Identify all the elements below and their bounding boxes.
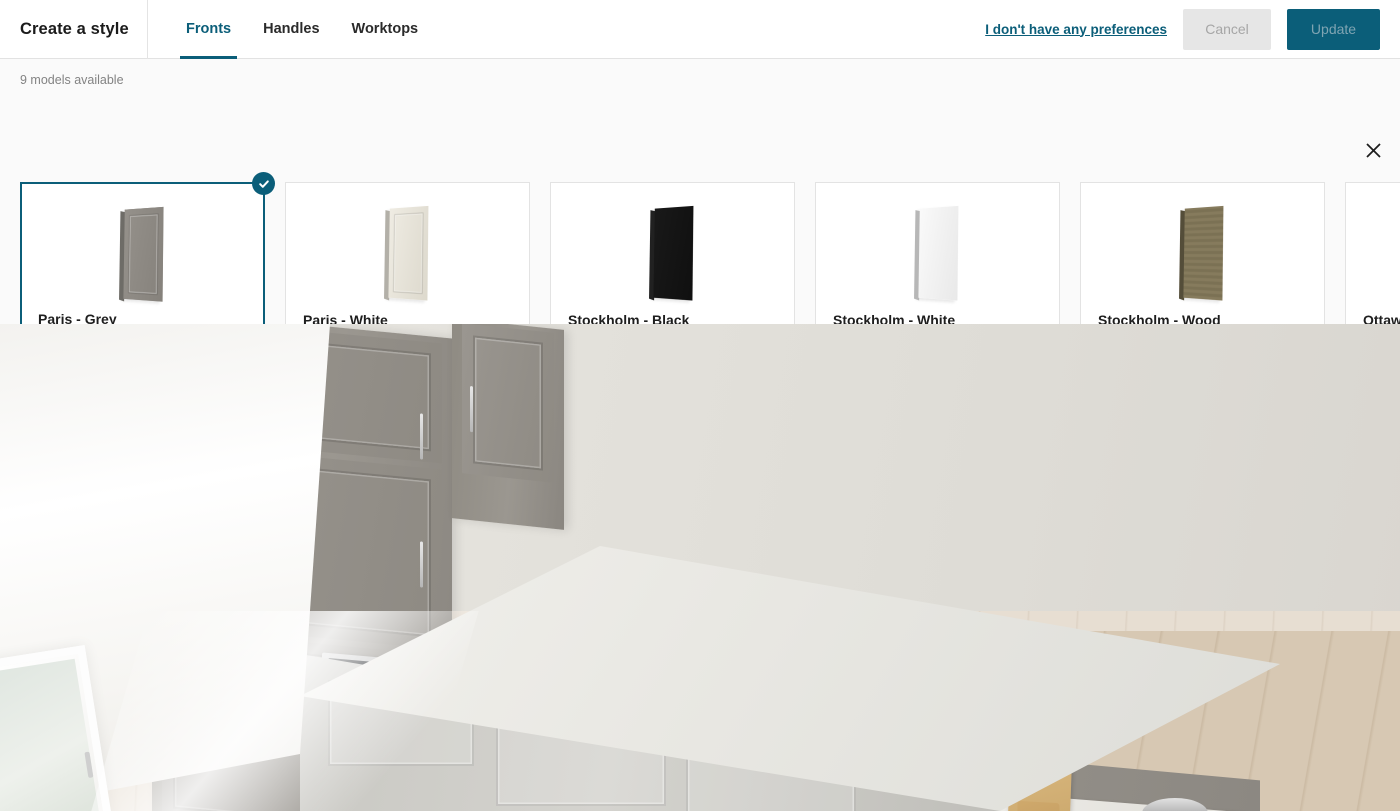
page-title: Create a style: [20, 19, 129, 38]
door-thumb-stockholm-black: [648, 205, 694, 301]
door-thumb-stockholm-wood: [1178, 205, 1224, 301]
model-thumbnail: [286, 197, 529, 309]
create-style-app: Create a style Fronts Handles Worktops I…: [0, 0, 1400, 811]
model-thumbnail: [1081, 197, 1324, 309]
tab-handles[interactable]: Handles: [247, 0, 335, 59]
kitchen-3d-viewport[interactable]: + + +: [0, 324, 1400, 811]
model-card-label: Ottawa - Grey: [1363, 312, 1400, 324]
tab-bar: Fronts Handles Worktops: [170, 0, 434, 59]
model-card-stockholm-black[interactable]: Stockholm - Black: [550, 182, 795, 324]
model-thumbnail: [22, 198, 263, 310]
wall-cabinet-upper-right: [452, 324, 564, 530]
model-card-label: Stockholm - White: [833, 312, 956, 324]
selected-badge: [252, 172, 275, 195]
model-thumbnail: [816, 197, 1059, 309]
model-thumbnail: [551, 197, 794, 309]
window-handle: [84, 751, 94, 779]
model-card-paris-white[interactable]: Paris - White: [285, 182, 530, 324]
model-thumbnail: [1346, 197, 1400, 309]
tab-worktops[interactable]: Worktops: [336, 0, 435, 59]
model-card-label: Paris - Grey: [38, 311, 117, 324]
kitchen-scene: + + +: [0, 324, 1400, 811]
tab-fronts[interactable]: Fronts: [170, 0, 247, 59]
model-card-label: Stockholm - Black: [568, 312, 690, 324]
door-thumb-paris-grey: [118, 206, 164, 302]
model-card-ottawa[interactable]: Ottawa - Grey: [1345, 182, 1400, 324]
update-button[interactable]: Update: [1287, 8, 1380, 50]
chopping-board-small: [1017, 800, 1061, 811]
model-card-list: Paris - Grey Paris - White Stockholm - B…: [20, 172, 1400, 324]
no-preferences-link[interactable]: I don't have any preferences: [985, 22, 1167, 37]
sunlight-beam: [91, 611, 479, 811]
model-card-paris-grey[interactable]: Paris - Grey: [20, 172, 275, 324]
models-count-label: 9 models available: [20, 73, 124, 87]
close-icon: [1365, 142, 1381, 158]
check-icon: [258, 179, 269, 188]
app-header: Create a style Fronts Handles Worktops I…: [0, 0, 1400, 59]
close-panel-button[interactable]: [1358, 135, 1388, 165]
model-card-label: Paris - White: [303, 312, 388, 324]
model-card-stockholm-wood[interactable]: Stockholm - Wood: [1080, 182, 1325, 324]
door-thumb-stockholm-white: [913, 205, 959, 301]
tab-handles-label: Handles: [263, 21, 320, 37]
tab-worktops-label: Worktops: [351, 21, 419, 37]
model-card-stockholm-white[interactable]: Stockholm - White: [815, 182, 1060, 324]
models-panel: 9 models available Paris - Grey Paris - …: [0, 59, 1400, 324]
door-thumb-paris-white: [383, 205, 429, 301]
brand-zone: Create a style: [0, 0, 148, 59]
cancel-button[interactable]: Cancel: [1183, 8, 1271, 50]
model-card-label: Stockholm - Wood: [1098, 312, 1221, 324]
header-actions: I don't have any preferences Cancel Upda…: [985, 8, 1400, 50]
tab-fronts-label: Fronts: [186, 21, 232, 37]
